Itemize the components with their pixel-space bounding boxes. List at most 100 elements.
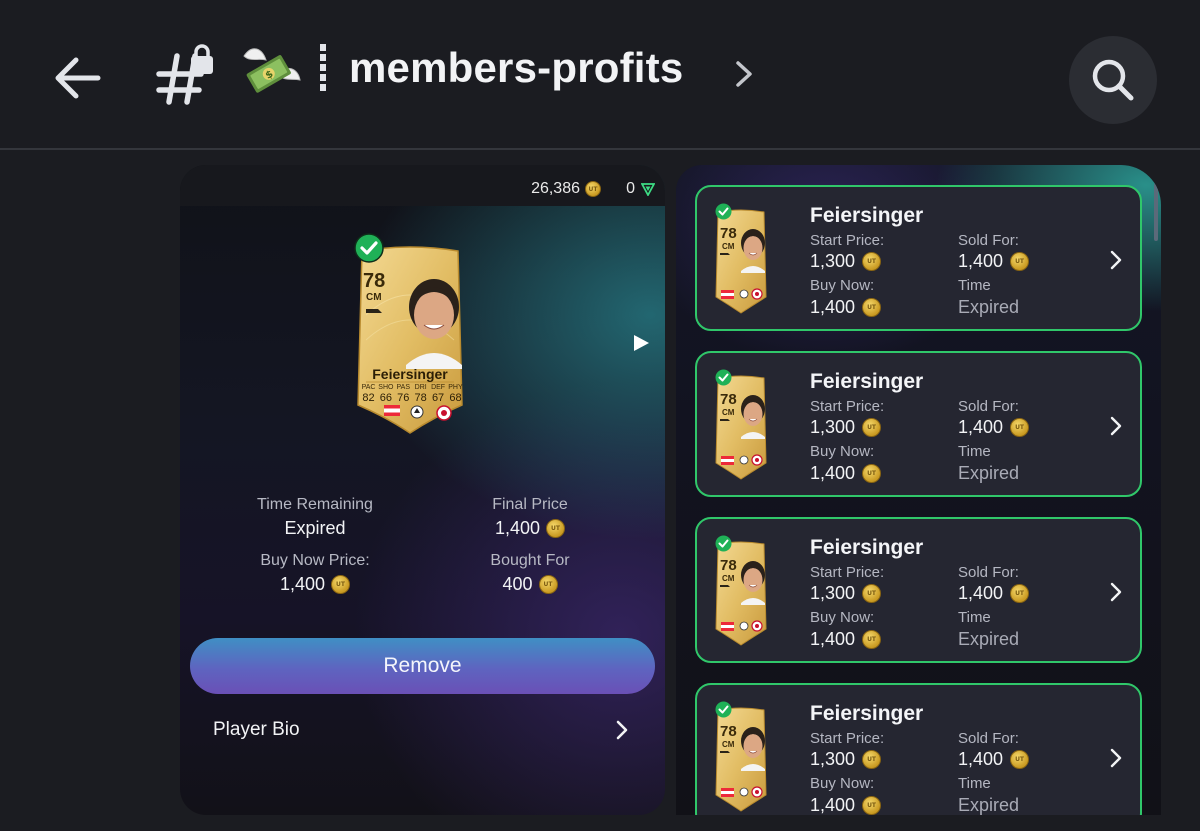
stat-value: 66 <box>379 392 393 404</box>
chevron-right-icon <box>1110 416 1122 436</box>
sold-for-value: 1,400 <box>958 417 1030 438</box>
stat-label: PHY <box>448 384 463 391</box>
time-value: Expired <box>958 629 1020 649</box>
sold-for-label: Sold For: <box>958 398 1019 415</box>
sold-for-text: 1,400 <box>958 417 1004 437</box>
search-icon <box>1092 59 1134 101</box>
channel-header: $ members-profits <box>0 0 1200 150</box>
start-price-text: 1,300 <box>810 251 856 271</box>
time-label: Time <box>958 609 991 626</box>
chevron-right-icon <box>616 720 628 740</box>
chevron-right-icon <box>1110 250 1122 270</box>
buy-now-text: 1,400 <box>810 795 856 815</box>
listing-item[interactable]: 78 CM Feiersinger Start Price: 1,300 Sol… <box>695 517 1142 663</box>
final-price-text: 1,400 <box>494 518 541 538</box>
transfer-list-panel: 78 CM Feiersinger Start Price: 1,300 Sol… <box>676 165 1161 815</box>
listing-item[interactable]: 78 CM Feiersinger Start Price: 1,300 Sol… <box>695 683 1142 815</box>
listing-player-name: Feiersinger <box>810 370 924 393</box>
owned-check-icon <box>715 369 732 386</box>
buy-now-label: Buy Now: <box>810 443 875 460</box>
buy-now-label: Buy Now: <box>810 277 875 294</box>
coin-icon <box>862 298 882 317</box>
buy-now-value: 1,400 <box>810 463 882 484</box>
mini-card-position: CM <box>722 408 735 417</box>
time-remaining-text: Expired <box>284 518 346 538</box>
chevron-right-icon[interactable] <box>732 57 756 91</box>
remove-button[interactable]: Remove <box>190 638 655 694</box>
player-bio-label: Player Bio <box>213 719 300 740</box>
card-stat-labels: PAC SHO PAS DRI DEF PHY <box>360 384 464 391</box>
search-button[interactable] <box>1069 36 1157 124</box>
chevron-right-icon <box>1110 748 1122 768</box>
start-price-label: Start Price: <box>810 730 885 747</box>
owned-check-icon <box>354 233 384 263</box>
back-button[interactable] <box>48 48 108 108</box>
coin-icon <box>1010 418 1030 437</box>
mini-card-position: CM <box>722 740 735 749</box>
coin-icon <box>862 418 882 437</box>
channel-title[interactable]: members-profits <box>349 44 683 92</box>
stat-value: 78 <box>414 392 427 404</box>
buy-now-label: Buy Now: <box>810 609 875 626</box>
card-position: CM <box>366 292 382 303</box>
listing-item[interactable]: 78 CM Feiersinger Start Price: 1,300 Sol… <box>695 351 1142 497</box>
time-label: Time <box>958 443 991 460</box>
coin-icon <box>862 464 882 483</box>
buy-now-price-text: 1,400 <box>279 574 326 594</box>
listing-player-name: Feiersinger <box>810 536 924 559</box>
scrollbar-thumb[interactable] <box>1154 183 1158 241</box>
buy-now-value: 1,400 <box>810 795 882 815</box>
buy-now-price-label: Buy Now Price: <box>260 552 370 569</box>
mini-card-position: CM <box>722 574 735 583</box>
time-value: Expired <box>958 297 1020 317</box>
listing-player-name: Feiersinger <box>810 702 924 725</box>
time-remaining-value: Expired <box>215 518 415 539</box>
sold-for-value: 1,400 <box>958 583 1030 604</box>
mini-card-rating: 78 <box>720 557 737 574</box>
time-value: Expired <box>958 795 1020 815</box>
buy-now-label: Buy Now: <box>810 775 875 792</box>
sold-for-label: Sold For: <box>958 730 1019 747</box>
sold-for-label: Sold For: <box>958 232 1019 249</box>
coin-icon <box>1010 252 1030 271</box>
stat-label: PAS <box>396 384 411 391</box>
coin-icon <box>862 630 882 649</box>
stat-value: 82 <box>362 392 375 404</box>
listing-item[interactable]: 78 CM Feiersinger Start Price: 1,300 Sol… <box>695 185 1142 331</box>
listing-player-name: Feiersinger <box>810 204 924 227</box>
start-price-text: 1,300 <box>810 417 856 437</box>
final-price-label: Final Price <box>492 496 568 513</box>
buy-now-text: 1,400 <box>810 297 856 317</box>
stat-value: 68 <box>449 392 462 404</box>
points-balance: 0 <box>626 180 655 198</box>
points-value: 0 <box>626 180 635 197</box>
money-with-wings-icon: $ <box>243 48 301 93</box>
start-price-value: 1,300 <box>810 251 882 272</box>
sold-for-text: 1,400 <box>958 583 1004 603</box>
play-icon[interactable] <box>631 333 651 353</box>
coin-icon <box>538 575 558 594</box>
bought-for-value: 400 <box>430 574 630 595</box>
time-remaining-label: Time Remaining <box>257 496 373 513</box>
fc-points-icon <box>641 183 655 196</box>
buy-now-text: 1,400 <box>810 463 856 483</box>
start-price-text: 1,300 <box>810 749 856 769</box>
start-price-value: 1,300 <box>810 583 882 604</box>
stat-value: 67 <box>431 392 445 404</box>
owned-check-icon <box>715 535 732 552</box>
stat-value: 76 <box>397 392 410 404</box>
coin-icon <box>862 252 882 271</box>
bought-for-text: 400 <box>502 574 533 594</box>
owned-check-icon <box>715 203 732 220</box>
coin-icon <box>862 584 882 603</box>
card-rating: 78 <box>363 270 386 292</box>
buy-now-value: 1,400 <box>810 629 882 650</box>
mini-card-rating: 78 <box>720 391 737 408</box>
mini-card-rating: 78 <box>720 723 737 740</box>
start-price-value: 1,300 <box>810 749 882 770</box>
locked-channel-hash-icon <box>156 44 213 105</box>
player-bio-row[interactable]: Player Bio <box>180 705 665 755</box>
coin-icon <box>1010 750 1030 769</box>
time-value: Expired <box>958 463 1020 483</box>
time-label: Time <box>958 775 991 792</box>
